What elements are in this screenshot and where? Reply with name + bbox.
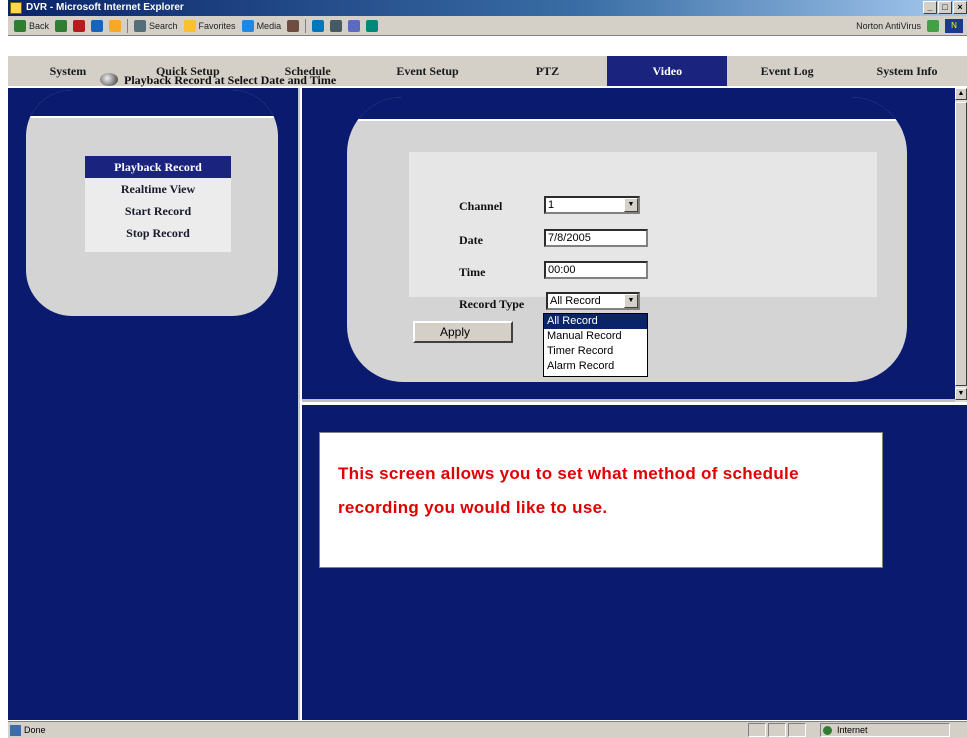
toolbar-separator — [127, 18, 129, 33]
status-cell — [748, 723, 766, 737]
channel-label: Channel — [459, 199, 503, 213]
media-button[interactable]: Media — [241, 19, 282, 32]
norton-label[interactable]: Norton AntiVirus — [856, 21, 921, 31]
record-type-select[interactable]: All Record ▼ — [546, 292, 640, 310]
history-icon[interactable] — [287, 19, 300, 32]
home-icon[interactable] — [109, 19, 122, 32]
date-label: Date — [459, 233, 483, 247]
tab-video[interactable]: Video — [607, 56, 728, 86]
favorites-button[interactable]: Favorites — [183, 19, 236, 32]
media-label: Media — [256, 20, 282, 31]
refresh-icon[interactable] — [91, 19, 104, 32]
toolbar-right: Norton AntiVirus N — [856, 18, 967, 33]
norton-badge-icon[interactable]: N — [945, 18, 963, 33]
back-button[interactable]: Back — [14, 19, 50, 32]
messenger-icon[interactable] — [366, 19, 379, 32]
dropdown-option-manual-record[interactable]: Manual Record — [544, 329, 647, 344]
channel-select[interactable]: 1 ▼ — [544, 196, 640, 214]
sidebar-card: Playback Record Realtime View Start Reco… — [26, 90, 278, 316]
channel-value: 1 — [548, 199, 555, 211]
edit-icon[interactable] — [348, 19, 361, 32]
instruction-note: This screen allows you to set what metho… — [319, 432, 883, 568]
scroll-down-arrow-icon[interactable]: ▼ — [955, 388, 967, 400]
record-type-value: All Record — [550, 295, 601, 307]
status-cell — [768, 723, 786, 737]
card-header-divider — [26, 116, 278, 118]
minimize-button[interactable]: _ — [923, 1, 937, 14]
vertical-scrollbar[interactable]: ▲ ▼ — [955, 88, 967, 402]
page-done-icon — [10, 725, 21, 736]
search-icon — [134, 19, 147, 32]
scroll-up-arrow-icon[interactable]: ▲ — [955, 88, 967, 100]
form-title: Playback Record at Select Date and Time — [124, 73, 337, 87]
date-field[interactable]: 7/8/2005 — [544, 229, 648, 247]
window-controls: _ □ × — [923, 1, 967, 14]
ie-app-icon — [10, 2, 22, 14]
zone-label: Internet — [837, 725, 868, 735]
norton-icon[interactable] — [927, 19, 939, 32]
back-arrow-icon — [14, 19, 26, 32]
forward-arrow-icon[interactable] — [55, 19, 68, 32]
record-type-dropdown: All Record Manual Record Timer Record Al… — [543, 313, 648, 377]
status-cells — [748, 723, 806, 737]
search-label: Search — [149, 20, 178, 31]
dropdown-option-alarm-record[interactable]: Alarm Record — [544, 359, 647, 374]
window-title: DVR - Microsoft Internet Explorer — [26, 2, 184, 13]
tab-system-info[interactable]: System Info — [847, 56, 967, 86]
back-label: Back — [29, 20, 50, 31]
security-zone: Internet — [820, 723, 950, 737]
card-header-band — [347, 97, 907, 119]
stop-icon[interactable] — [73, 19, 86, 32]
chevron-down-icon[interactable]: ▼ — [624, 198, 638, 212]
window-title-bar: DVR - Microsoft Internet Explorer _ □ × — [8, 0, 967, 16]
status-text: Done — [24, 725, 46, 735]
sidebar-item-stop-record[interactable]: Stop Record — [85, 222, 231, 244]
time-label: Time — [459, 265, 486, 279]
favorites-icon — [183, 19, 196, 32]
record-type-label: Record Type — [459, 297, 525, 311]
time-field[interactable]: 00:00 — [544, 261, 648, 279]
close-button[interactable]: × — [953, 1, 967, 14]
apply-button[interactable]: Apply — [413, 321, 513, 343]
card-header-divider — [347, 119, 907, 121]
browser-toolbar: Back Search Favorites Media Norton AntiV… — [8, 16, 967, 36]
mail-icon[interactable] — [312, 19, 325, 32]
sidebar-item-realtime-view[interactable]: Realtime View — [85, 178, 231, 200]
left-pane: Playback Record Realtime View Start Reco… — [8, 88, 300, 720]
scroll-thumb[interactable] — [955, 102, 967, 386]
dropdown-option-timer-record[interactable]: Timer Record — [544, 344, 647, 359]
sidebar-item-start-record[interactable]: Start Record — [85, 200, 231, 222]
print-icon[interactable] — [330, 19, 343, 32]
status-bar: Done Internet — [8, 721, 967, 738]
media-icon — [241, 19, 254, 32]
instruction-text: This screen allows you to set what metho… — [338, 464, 799, 517]
status-cell — [788, 723, 806, 737]
search-button[interactable]: Search — [134, 19, 178, 32]
maximize-button[interactable]: □ — [938, 1, 952, 14]
sidebar-menu: Playback Record Realtime View Start Reco… — [85, 156, 231, 252]
tab-ptz[interactable]: PTZ — [488, 56, 608, 86]
card-header-band — [26, 90, 278, 116]
favorites-label: Favorites — [198, 20, 236, 31]
dropdown-option-all-record[interactable]: All Record — [544, 314, 647, 329]
sidebar-item-playback-record[interactable]: Playback Record — [85, 156, 231, 178]
tab-event-setup[interactable]: Event Setup — [368, 56, 488, 86]
globe-icon — [823, 726, 832, 735]
toolbar-separator — [305, 18, 307, 33]
chevron-down-icon[interactable]: ▼ — [624, 294, 638, 308]
tab-event-log[interactable]: Event Log — [727, 56, 847, 86]
form-bullet-icon — [100, 73, 118, 86]
